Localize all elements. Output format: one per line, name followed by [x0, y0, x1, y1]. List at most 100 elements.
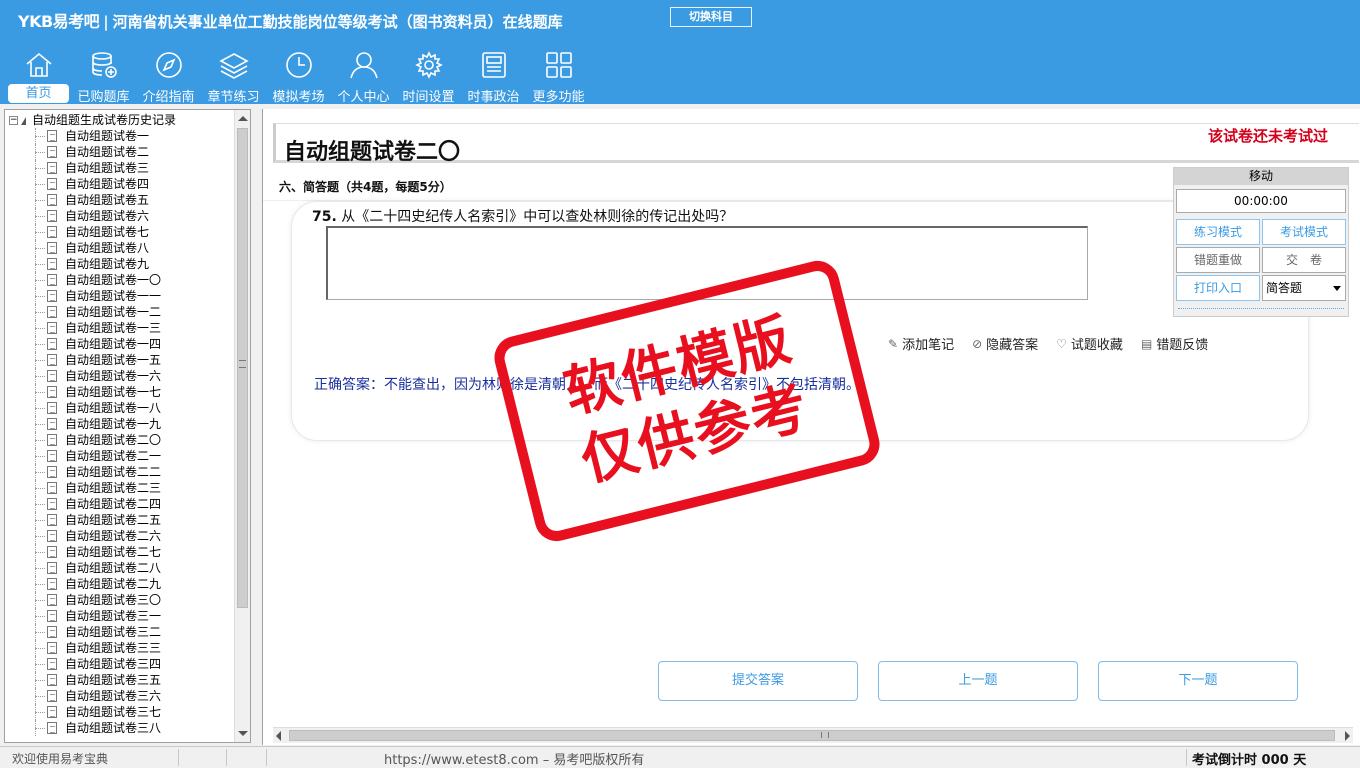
nav-chapters[interactable]: 章节练习 — [201, 48, 266, 105]
document-icon — [47, 210, 57, 222]
nav-label: 已购题库 — [77, 90, 130, 105]
tree-item[interactable]: 自动组题试卷二一 — [5, 448, 235, 464]
tree-item[interactable]: 自动组题试卷二 — [5, 144, 235, 160]
tree-connector — [35, 136, 45, 137]
tree-item[interactable]: 自动组题试卷三〇 — [5, 592, 235, 608]
tree-connector — [35, 232, 45, 233]
add-note-button[interactable]: ✎ 添加笔记 — [888, 334, 954, 354]
switch-subject-button[interactable]: 切换科目 — [670, 7, 752, 27]
tree-item[interactable]: 自动组题试卷二五 — [5, 512, 235, 528]
feedback-button[interactable]: ▤ 错题反馈 — [1141, 334, 1208, 354]
tree-item[interactable]: 自动组题试卷二〇 — [5, 432, 235, 448]
tree-root[interactable]: − 自动组题生成试卷历史记录 — [9, 112, 176, 128]
tree-item[interactable]: 自动组题试卷一五 — [5, 352, 235, 368]
tree-item[interactable]: 自动组题试卷二八 — [5, 560, 235, 576]
paper-history-tree[interactable]: − 自动组题生成试卷历史记录 自动组题试卷一 自动组题试卷二 自动组题试卷三 自动组题试… — [4, 109, 251, 743]
tree-item[interactable]: 自动组题试卷三二 — [5, 624, 235, 640]
nav-guide[interactable]: 介绍指南 — [136, 48, 201, 105]
tree-item[interactable]: 自动组题试卷二四 — [5, 496, 235, 512]
tree-connector — [35, 360, 45, 361]
exam-mode-button[interactable]: 考试模式 — [1262, 219, 1346, 245]
document-icon — [47, 130, 57, 142]
section-bar: 六、简答题（共4题，每题5分） — [263, 169, 1173, 201]
nav-current-affairs[interactable]: 时事政治 — [461, 48, 526, 105]
scroll-right-icon[interactable] — [1345, 731, 1350, 741]
tree-item[interactable]: 自动组题试卷一三 — [5, 320, 235, 336]
tree-item[interactable]: 自动组题试卷六 — [5, 208, 235, 224]
next-question-button[interactable]: 下一题 — [1098, 661, 1298, 701]
nav-label: 时间设置 — [402, 90, 455, 105]
nav-home[interactable]: 首页 — [6, 48, 71, 104]
tree-item[interactable]: 自动组题试卷九 — [5, 256, 235, 272]
tree-item[interactable]: 自动组题试卷二三 — [5, 480, 235, 496]
submit-answer-button[interactable]: 提交答案 — [658, 661, 858, 701]
tree-scrollbar[interactable] — [234, 110, 250, 742]
tree-item-label: 自动组题试卷四 — [65, 177, 150, 191]
tree-item[interactable]: 自动组题试卷一八 — [5, 400, 235, 416]
nav-profile[interactable]: 个人中心 — [331, 48, 396, 105]
nav-time-settings[interactable]: 时间设置 — [396, 48, 461, 105]
tree-item[interactable]: 自动组题试卷三七 — [5, 704, 235, 720]
tree-item[interactable]: 自动组题试卷七 — [5, 224, 235, 240]
tree-item[interactable]: 自动组题试卷三一 — [5, 608, 235, 624]
tree-connector — [35, 536, 45, 537]
tree-item[interactable]: 自动组题试卷三五 — [5, 672, 235, 688]
hscroll-thumb[interactable] — [289, 730, 1335, 741]
tree-item-label: 自动组题试卷五 — [65, 193, 150, 207]
tree-item[interactable]: 自动组题试卷五 — [5, 192, 235, 208]
tree-item[interactable]: 自动组题试卷三八 — [5, 720, 235, 736]
question-type-select[interactable]: 简答题 — [1262, 275, 1346, 301]
nav-mock-exam[interactable]: 模拟考场 — [266, 48, 331, 105]
tree-item[interactable]: 自动组题试卷一二 — [5, 304, 235, 320]
eye-off-icon: ⊘ — [972, 336, 983, 351]
print-entry-button[interactable]: 打印入口 — [1176, 275, 1260, 301]
tree-item[interactable]: 自动组题试卷八 — [5, 240, 235, 256]
tree-connector — [35, 280, 45, 281]
scroll-down-icon[interactable] — [238, 731, 248, 736]
nav-more[interactable]: 更多功能 — [526, 48, 591, 105]
tree-item[interactable]: 自动组题试卷二九 — [5, 576, 235, 592]
tree-item[interactable]: 自动组题试卷一六 — [5, 368, 235, 384]
prev-question-button[interactable]: 上一题 — [878, 661, 1078, 701]
redo-wrong-button[interactable]: 错题重做 — [1176, 247, 1260, 273]
tree-item[interactable]: 自动组题试卷三 — [5, 160, 235, 176]
tree-item[interactable]: 自动组题试卷一七 — [5, 384, 235, 400]
scroll-left-icon[interactable] — [276, 731, 281, 741]
horizontal-scrollbar[interactable] — [273, 727, 1353, 743]
tree-item[interactable]: 自动组题试卷一九 — [5, 416, 235, 432]
widget-move-handle[interactable]: 移动 — [1174, 168, 1348, 185]
hide-answer-button[interactable]: ⊘ 隐藏答案 — [972, 334, 1038, 354]
tree-item[interactable]: 自动组题试卷一一 — [5, 288, 235, 304]
tree-item-label: 自动组题试卷二二 — [65, 465, 162, 479]
submit-paper-button[interactable]: 交 卷 — [1262, 247, 1346, 273]
document-icon — [47, 530, 57, 542]
scroll-thumb[interactable] — [237, 128, 248, 608]
scroll-up-icon[interactable] — [238, 116, 248, 121]
nav-purchased[interactable]: 已购题库 — [71, 48, 136, 105]
tree-item[interactable]: 自动组题试卷二七 — [5, 544, 235, 560]
tree-item[interactable]: 自动组题试卷一四 — [5, 336, 235, 352]
tree-item[interactable]: 自动组题试卷一 — [5, 128, 235, 144]
tree-item[interactable]: 自动组题试卷四 — [5, 176, 235, 192]
user-icon — [350, 52, 378, 79]
tree-item[interactable]: 自动组题试卷一〇 — [5, 272, 235, 288]
question-text: 75. 从《二十四史纪传人名索引》中可以查处林则徐的传记出处吗？ — [312, 206, 733, 226]
answer-input[interactable] — [326, 226, 1088, 300]
favorite-button[interactable]: ♡ 试题收藏 — [1056, 334, 1123, 354]
tree-item[interactable]: 自动组题试卷三四 — [5, 656, 235, 672]
tree-item[interactable]: 自动组题试卷三三 — [5, 640, 235, 656]
tree-item-label: 自动组题试卷三八 — [65, 721, 162, 735]
tree-item[interactable]: 自动组题试卷二六 — [5, 528, 235, 544]
practice-mode-button[interactable]: 练习模式 — [1176, 219, 1260, 245]
tree-item-label: 自动组题试卷二〇 — [65, 433, 162, 447]
tree-connector — [35, 568, 45, 569]
chevron-down-icon — [1333, 286, 1341, 291]
tree-item[interactable]: 自动组题试卷三六 — [5, 688, 235, 704]
document-icon — [47, 386, 57, 398]
status-copyright: https://www.etest8.com – 易考吧版权所有 — [384, 753, 645, 768]
document-icon — [47, 482, 57, 494]
document-icon — [47, 514, 57, 526]
heart-icon: ♡ — [1056, 336, 1067, 351]
tree-item[interactable]: 自动组题试卷二二 — [5, 464, 235, 480]
collapse-icon[interactable]: − — [9, 116, 18, 125]
